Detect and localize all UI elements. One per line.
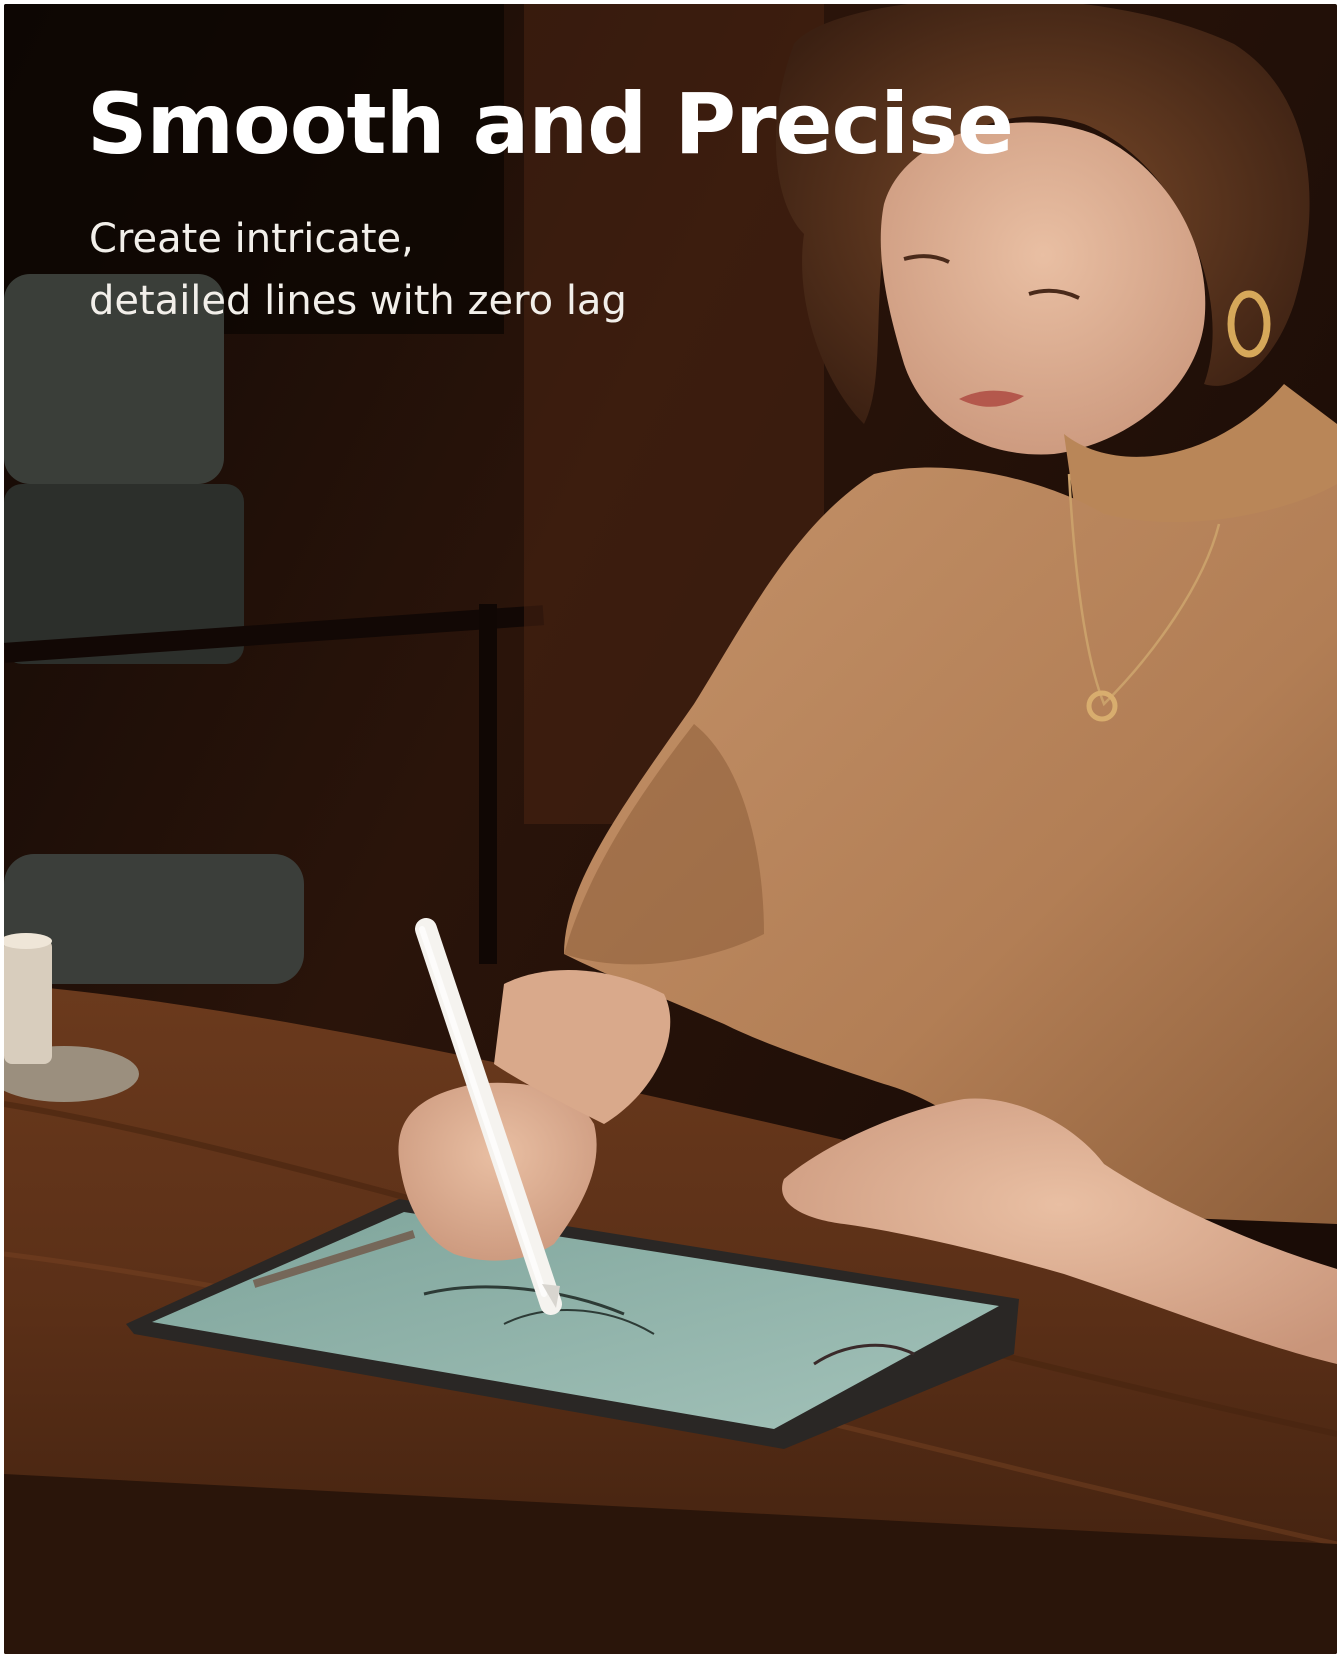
subline-line-2: detailed lines with zero lag: [89, 278, 627, 324]
chair-leg: [479, 604, 497, 964]
coffee-cup: [4, 939, 52, 1064]
subline-line-1: Create intricate,: [89, 216, 414, 262]
headline: Smooth and Precise: [87, 75, 1014, 173]
product-image-frame: Smooth and Precise Create intricate, det…: [4, 4, 1337, 1654]
subline: Create intricate, detailed lines with ze…: [89, 208, 627, 332]
